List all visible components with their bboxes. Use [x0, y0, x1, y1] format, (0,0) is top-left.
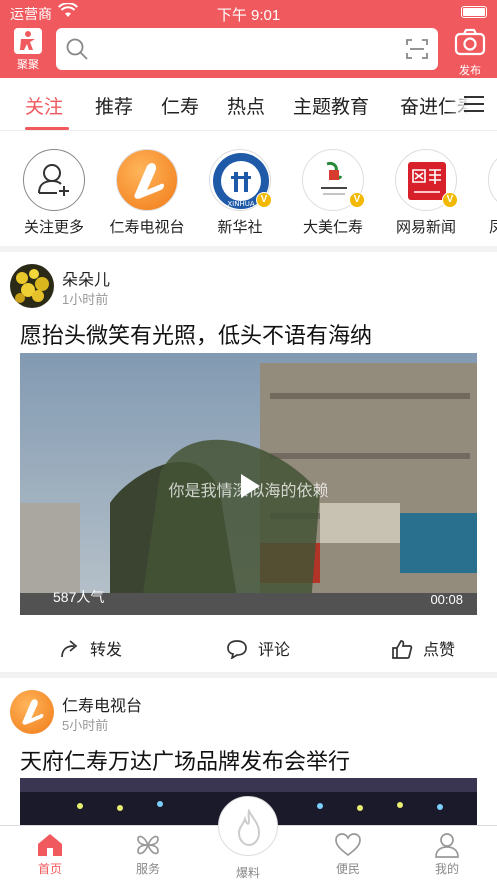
fire-icon	[237, 808, 261, 847]
post-title[interactable]: 愿抬头微笑有光照，低头不语有海纳	[20, 318, 372, 350]
verified-badge: V	[442, 192, 458, 208]
xinhua-logo: XINHUA V	[209, 149, 272, 211]
channel-name: 凤凰	[473, 216, 497, 237]
like-button[interactable]: 点赞	[391, 636, 455, 660]
channel-name: 网易新闻	[395, 219, 456, 236]
comment-button[interactable]: 评论	[226, 636, 290, 660]
tab-hot[interactable]: 热点	[227, 92, 265, 119]
nav-report[interactable]: 爆料	[218, 864, 278, 881]
scan-icon[interactable]	[406, 39, 428, 64]
nav-profile[interactable]: 我的	[417, 832, 477, 877]
like-label: 点赞	[423, 642, 456, 659]
publish-label: 发布	[459, 65, 481, 77]
post-actions: 转发 评论 点赞	[0, 632, 497, 662]
share-icon	[61, 640, 78, 658]
nav-label: 服务	[135, 862, 160, 876]
nav-services[interactable]: 服务	[118, 832, 178, 877]
channel-name: 关注更多	[23, 219, 84, 236]
author-name[interactable]: 朵朵儿	[62, 266, 110, 290]
nav-label: 爆料	[235, 866, 260, 880]
publish-button[interactable]: 发布	[450, 28, 490, 77]
netease-news-logo: V	[395, 149, 458, 211]
share-label: 转发	[90, 642, 123, 659]
status-bar: 运营商 下午 9:01	[0, 0, 497, 26]
channel-name: 大美仁寿	[302, 219, 363, 236]
video-player[interactable]: 你是我情深似海的依赖 587人气 00:08	[20, 353, 477, 615]
nav-home[interactable]: 首页	[20, 832, 80, 877]
battery-icon	[461, 6, 487, 18]
verified-badge: V	[349, 192, 365, 208]
share-button[interactable]: 转发	[60, 636, 122, 660]
tab-follow[interactable]: 关注	[25, 92, 63, 119]
app-logo-icon	[14, 28, 42, 54]
renshou-tv-logo	[116, 149, 178, 211]
top-bar: 运营商 下午 9:01 聚聚 发布	[0, 0, 497, 78]
author-avatar[interactable]	[10, 264, 54, 308]
partial-logo	[488, 149, 497, 211]
tab-recommend[interactable]: 推荐	[95, 92, 133, 119]
channel-partial[interactable]: 凤凰	[473, 149, 497, 237]
search-input[interactable]	[56, 28, 438, 70]
app-logo-button[interactable]: 聚聚	[11, 28, 45, 72]
fire-button[interactable]	[218, 796, 278, 856]
channel-row: 关注更多 仁寿电视台 XINHUA V 新华社 V 大美仁寿 V 网易新闻 凤凰	[0, 130, 497, 246]
comment-label: 评论	[258, 642, 291, 659]
tab-theme-education[interactable]: 主题教育	[293, 92, 369, 119]
search-icon	[66, 38, 88, 65]
verified-badge: V	[256, 192, 272, 208]
user-icon	[435, 833, 459, 858]
like-icon	[392, 640, 413, 659]
app-logo-label: 聚聚	[17, 59, 39, 71]
channel-name: 新华社	[217, 219, 263, 236]
post-time: 5小时前	[62, 718, 109, 733]
tab-renshou[interactable]: 仁寿	[161, 92, 199, 119]
camera-icon	[454, 28, 486, 60]
services-icon	[137, 835, 159, 855]
view-count: 587人气	[53, 589, 105, 605]
add-user-icon	[23, 149, 85, 211]
post-card[interactable]: 朵朵儿 1小时前 愿抬头微笑有光照，低头不语有海纳 你是我情深似海的依赖 587…	[0, 252, 497, 672]
category-tabs: 关注 推荐 仁寿 热点 主题教育 奋进仁寿	[0, 78, 497, 130]
post-title[interactable]: 天府仁寿万达广场品牌发布会举行	[20, 744, 350, 776]
play-icon[interactable]	[239, 473, 261, 504]
bottom-nav: 首页 服务 爆料 便民 我的	[0, 796, 497, 883]
channel-follow-more[interactable]: 关注更多	[8, 149, 100, 237]
post-time: 1小时前	[62, 292, 109, 307]
video-duration: 00:08	[430, 592, 463, 607]
home-icon	[38, 834, 62, 856]
menu-icon[interactable]	[463, 95, 485, 118]
channel-damei-renshou[interactable]: V 大美仁寿	[287, 149, 379, 237]
channel-netease-news[interactable]: V 网易新闻	[380, 149, 472, 237]
author-avatar[interactable]	[10, 690, 54, 734]
channel-name: 仁寿电视台	[109, 219, 185, 236]
nav-label: 我的	[434, 862, 459, 876]
channel-renshou-tv[interactable]: 仁寿电视台	[101, 149, 193, 237]
heart-icon	[335, 833, 361, 857]
svg-text:XINHUA: XINHUA	[227, 200, 254, 208]
channel-xinhua[interactable]: XINHUA V 新华社	[194, 149, 286, 237]
nav-label: 便民	[335, 862, 360, 876]
comment-icon	[227, 640, 247, 660]
status-time: 下午 9:01	[216, 7, 281, 24]
damei-renshou-logo: V	[302, 149, 365, 211]
nav-label: 首页	[37, 862, 62, 876]
author-name[interactable]: 仁寿电视台	[62, 692, 142, 716]
nav-convenience[interactable]: 便民	[318, 832, 378, 877]
